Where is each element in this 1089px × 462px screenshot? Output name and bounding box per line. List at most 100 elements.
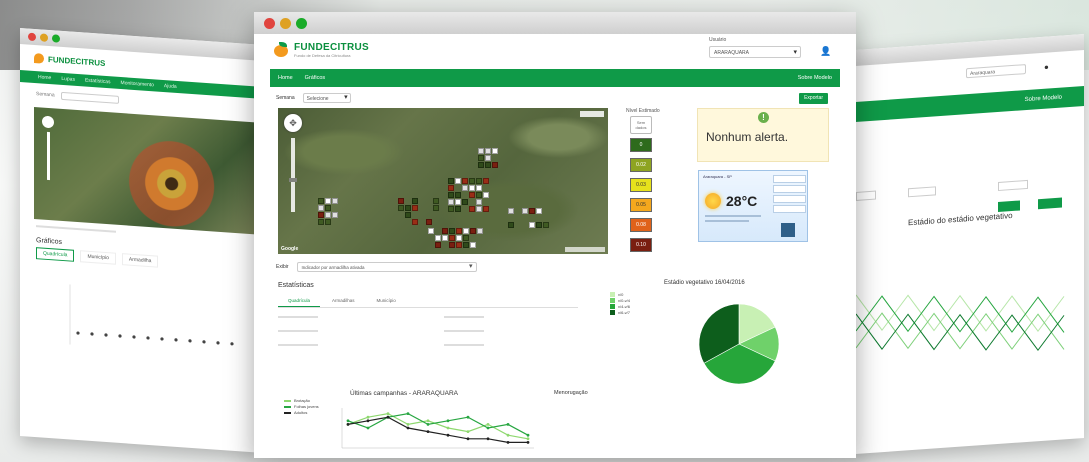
map-grid-cell[interactable] [405,212,411,218]
line-point[interactable] [426,419,430,423]
line-point[interactable] [346,423,350,426]
map-grid-cell[interactable] [463,242,469,248]
map-pan-control[interactable]: ✥ [284,114,302,132]
map-grid-cell[interactable] [462,199,468,205]
map-grid-cell[interactable] [442,235,448,241]
map-grid-cell[interactable] [325,219,331,225]
logo[interactable]: FUNDECITRUS Fundo de Defesa da Citricult… [294,42,369,58]
map-grid-cell[interactable] [442,228,448,234]
map-grid-cell[interactable] [449,235,455,241]
map-grid-cell[interactable] [433,198,439,204]
map-grid-cell[interactable] [483,178,489,184]
line-point[interactable] [406,426,410,430]
map-grid-cell[interactable] [469,192,475,198]
map-grid-cell[interactable] [455,206,461,212]
user-icon[interactable]: ● [1044,62,1049,71]
map-grid-cell[interactable] [455,192,461,198]
left-week-select[interactable] [60,91,119,104]
map-grid-cell[interactable] [470,242,476,248]
map-grid-cell[interactable] [435,235,441,241]
close-window-button[interactable] [264,17,275,29]
nav-graficos[interactable]: Gráficos [305,75,325,81]
map-grid-cell[interactable] [476,185,482,191]
line-point[interactable] [426,423,430,426]
weather-widget[interactable]: Araraquara - SP 28°C [698,170,808,242]
map-grid-cell[interactable] [485,155,491,161]
map-grid-cell[interactable] [325,198,331,204]
risk-map[interactable]: ✥ Google [278,108,608,254]
map-grid-cell[interactable] [448,178,454,184]
layer-select[interactable]: Indicador por armadilha ativada [296,262,477,272]
line-point[interactable] [526,437,530,441]
line-point[interactable] [466,415,470,419]
map-grid-cell[interactable] [463,228,469,234]
left-tab-municipio[interactable]: Município [80,250,116,265]
map-grid-cell[interactable] [470,228,476,234]
map-grid-cell[interactable] [462,178,468,184]
map-grid-cell[interactable] [318,219,324,225]
user-icon[interactable]: 👤 [820,46,831,57]
map-grid-cell[interactable] [462,185,468,191]
map-grid-cell[interactable] [483,206,489,212]
map-grid-cell[interactable] [469,178,475,184]
map-grid-cell[interactable] [455,199,461,205]
map-grid-cell[interactable] [405,205,411,211]
right-field[interactable] [856,190,876,201]
map-grid-cell[interactable] [485,162,491,168]
map-grid-cell[interactable] [469,185,475,191]
map-grid-cell[interactable] [456,228,462,234]
map-grid-cell[interactable] [522,208,528,214]
line-point[interactable] [486,437,490,441]
line-point[interactable] [406,412,410,415]
map-grid-cell[interactable] [455,178,461,184]
map-grid-cell[interactable] [508,222,514,228]
line-point[interactable] [366,419,370,423]
line-point[interactable] [526,433,530,437]
map-grid-cell[interactable] [412,205,418,211]
line-point[interactable] [366,426,370,430]
left-nav-home[interactable]: Home [38,74,51,81]
line-point[interactable] [386,412,390,415]
map-grid-cell[interactable] [332,198,338,204]
map-grid-cell[interactable] [478,162,484,168]
line-point[interactable] [506,423,510,426]
tab-municipio[interactable]: Município [367,295,406,307]
maximize-window-button[interactable] [52,34,60,43]
map-grid-cell[interactable] [478,148,484,154]
map-grid-cell[interactable] [456,242,462,248]
map-grid-cell[interactable] [428,228,434,234]
map-grid-cell[interactable] [476,206,482,212]
right-field[interactable] [998,179,1028,192]
map-grid-cell[interactable] [485,148,491,154]
map-grid-cell[interactable] [325,212,331,218]
map-grid-cell[interactable] [478,155,484,161]
map-grid-cell[interactable] [426,219,432,225]
export-button[interactable]: Exportar [799,93,828,104]
map-grid-cell[interactable] [318,212,324,218]
map-grid-cell[interactable] [536,222,542,228]
map-grid-cell[interactable] [448,199,454,205]
nav-about-model[interactable]: Sobre Modelo [798,75,832,81]
nav-home[interactable]: Home [278,75,293,81]
line-point[interactable] [466,430,470,433]
left-tab-quadricula[interactable]: Quadrícula [36,247,75,262]
line-point[interactable] [386,415,390,419]
left-nav-lupas[interactable]: Lupas [61,76,75,83]
map-grid-cell[interactable] [325,205,331,211]
tab-quadricula[interactable]: Quadrícula [278,295,321,307]
left-nav-estatisticas[interactable]: Estatísticas [85,78,111,86]
user-select[interactable]: ARARAQUARA [709,46,801,58]
line-point[interactable] [526,441,530,444]
line-point[interactable] [486,423,490,426]
maximize-window-button[interactable] [296,17,307,29]
right-field[interactable] [908,186,936,198]
map-grid-cell[interactable] [463,235,469,241]
map-grid-cell[interactable] [536,208,542,214]
line-point[interactable] [506,433,510,437]
map-grid-cell[interactable] [412,219,418,225]
map-grid-cell[interactable] [433,205,439,211]
map-grid-cell[interactable] [398,198,404,204]
line-point[interactable] [446,419,450,423]
map-grid-cell[interactable] [456,235,462,241]
map-grid-cell[interactable] [448,192,454,198]
